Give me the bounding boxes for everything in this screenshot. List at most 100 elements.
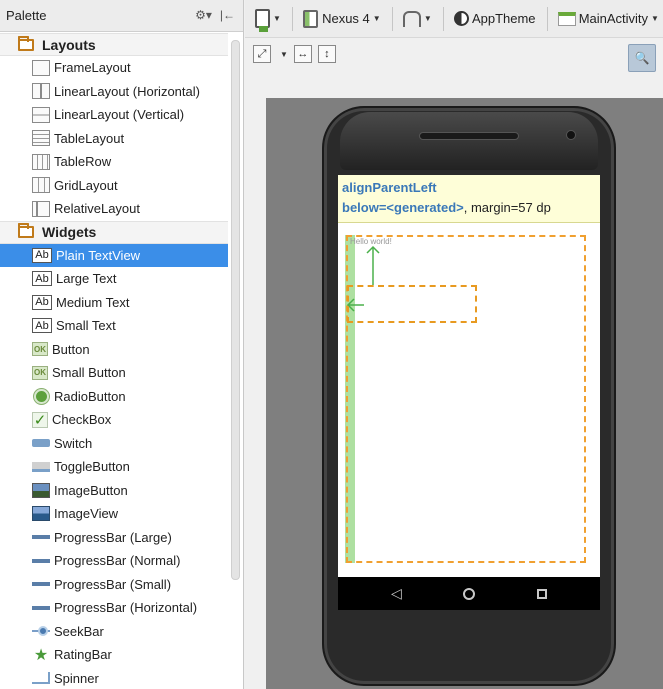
chevron-down-icon: ▼ [423,14,432,23]
palette-item-medium-text[interactable]: Ab Medium Text [0,291,228,315]
theme-button[interactable]: AppTheme [450,6,540,32]
item-label: Switch [54,435,93,451]
tooltip-constraint: alignParentLeft [342,180,437,195]
palette-item-linear-vertical[interactable]: LinearLayout (Vertical) [0,103,228,127]
table-layout-icon [32,130,50,147]
palette-item-framelayout[interactable]: FrameLayout [0,56,228,80]
palette-item-plain-textview[interactable]: Ab Plain TextView [0,243,228,267]
progressbar-icon [32,576,50,592]
linear-horizontal-icon [32,83,50,100]
palette-item-progressbar-horizontal[interactable]: ProgressBar (Horizontal) [0,596,228,620]
gear-icon[interactable]: ⚙▾ [195,8,212,22]
drop-target-outline [347,285,477,323]
camera-icon [566,130,576,140]
radio-icon [32,388,50,404]
palette-item-radiobutton[interactable]: RadioButton [0,385,228,409]
linear-vertical-icon [32,106,50,123]
palette-item-ratingbar[interactable]: ★ RatingBar [0,643,228,667]
phone-screen[interactable]: alignParentLeft below=<generated>, margi… [338,175,600,577]
palette-list: Layouts FrameLayout LinearLayout (Horizo… [0,33,228,689]
palette-scrollbar[interactable] [231,40,240,580]
item-label: ProgressBar (Normal) [54,553,181,569]
fill-height-icon[interactable]: ↕ [317,45,336,63]
item-label: Large Text [56,271,117,287]
activity-button[interactable]: MainActivity ▼ [554,6,663,32]
palette-item-tablelayout[interactable]: TableLayout [0,127,228,151]
collapse-icon[interactable]: |← [220,8,235,22]
device-select-button[interactable]: Nexus 4 ▼ [299,6,385,32]
palette-item-spinner[interactable]: Spinner [0,667,228,689]
orientation-icon [402,10,421,27]
item-label: TableRow [54,154,112,170]
palette-item-large-text[interactable]: Ab Large Text [0,267,228,291]
text-ab-icon: Ab [32,271,52,287]
palette-item-switch[interactable]: Switch [0,432,228,456]
text-ab-icon: Ab [32,318,52,334]
back-icon[interactable]: ◁ [384,582,408,606]
palette-item-togglebutton[interactable]: ToggleButton [0,455,228,479]
item-label: SeekBar [54,623,104,639]
phone-icon [303,9,319,28]
folder-icon [18,35,34,51]
palette-item-small-button[interactable]: OK Small Button [0,361,228,385]
item-label: ProgressBar (Horizontal) [54,600,198,616]
chevron-down-icon[interactable]: ▼ [280,50,288,59]
palette-item-button[interactable]: OK Button [0,338,228,362]
star-icon: ★ [33,646,49,664]
palette-item-relativelayout[interactable]: RelativeLayout [0,197,228,221]
palette-item-progressbar-normal[interactable]: ProgressBar (Normal) [0,549,228,573]
chevron-down-icon: ▼ [372,14,381,23]
item-label: TableLayout [54,130,125,146]
layout-tooltip: alignParentLeft below=<generated>, margi… [338,175,600,223]
palette-item-linear-horizontal[interactable]: LinearLayout (Horizontal) [0,80,228,104]
group-layouts[interactable]: Layouts [0,33,228,56]
frame-layout-icon [32,59,50,76]
chevron-down-icon: ▼ [273,14,281,23]
group-widgets[interactable]: Widgets [0,220,228,244]
zoom-icon[interactable]: 🔍 [628,44,656,72]
device-config-button[interactable]: ▼ [251,6,285,32]
designer-subtoolbar: ⤢ ▼ ↔ ↕ [245,38,663,70]
item-label: RadioButton [54,388,126,404]
palette-item-progressbar-small[interactable]: ProgressBar (Small) [0,573,228,597]
text-ab-icon: Ab [32,247,52,263]
item-label: ToggleButton [54,459,130,475]
item-label: Small Text [56,318,116,334]
device-icon [255,9,270,32]
progressbar-icon [32,553,50,569]
recents-icon[interactable] [530,582,554,606]
palette-item-imagebutton[interactable]: ImageButton [0,479,228,503]
home-icon[interactable] [457,582,481,606]
image-button-icon [32,482,50,498]
palette-item-progressbar-large[interactable]: ProgressBar (Large) [0,526,228,550]
palette-item-gridlayout[interactable]: GridLayout [0,174,228,198]
fit-screen-icon[interactable]: ⤢ [253,45,271,63]
orientation-button[interactable]: ▼ [399,6,436,32]
palette-item-tablerow[interactable]: TableRow [0,150,228,174]
chevron-down-icon: ▼ [651,14,659,23]
palette-item-imageview[interactable]: ImageView [0,502,228,526]
item-label: ImageButton [54,482,128,498]
phone-navbar: ◁ [338,577,600,610]
palette-item-small-text[interactable]: Ab Small Text [0,314,228,338]
fill-width-icon[interactable]: ↔ [293,45,312,63]
item-label: Spinner [54,670,99,686]
tooltip-below: below=<generated> [342,200,464,215]
image-view-icon [32,506,50,522]
item-label: Button [52,341,90,357]
arrow-up-icon [366,245,380,285]
item-label: Medium Text [56,294,130,310]
item-label: ImageView [54,506,119,522]
palette-item-seekbar[interactable]: SeekBar [0,620,228,644]
progressbar-icon [32,600,50,616]
palette-header: Palette ⚙▾ |← [0,0,243,32]
designer-toolbar: ▼ Nexus 4 ▼ ▼ AppTheme MainActivity ▼ [245,0,663,38]
relative-layout-icon [32,200,50,217]
item-label: RelativeLayout [54,201,140,217]
palette-item-checkbox[interactable]: ✓ CheckBox [0,408,228,432]
item-label: CheckBox [52,412,112,428]
table-row-icon [32,153,50,170]
progressbar-icon [32,529,50,545]
tooltip-detail: below=<generated>, margin=57 dp [342,198,596,218]
folder-icon [18,223,34,238]
